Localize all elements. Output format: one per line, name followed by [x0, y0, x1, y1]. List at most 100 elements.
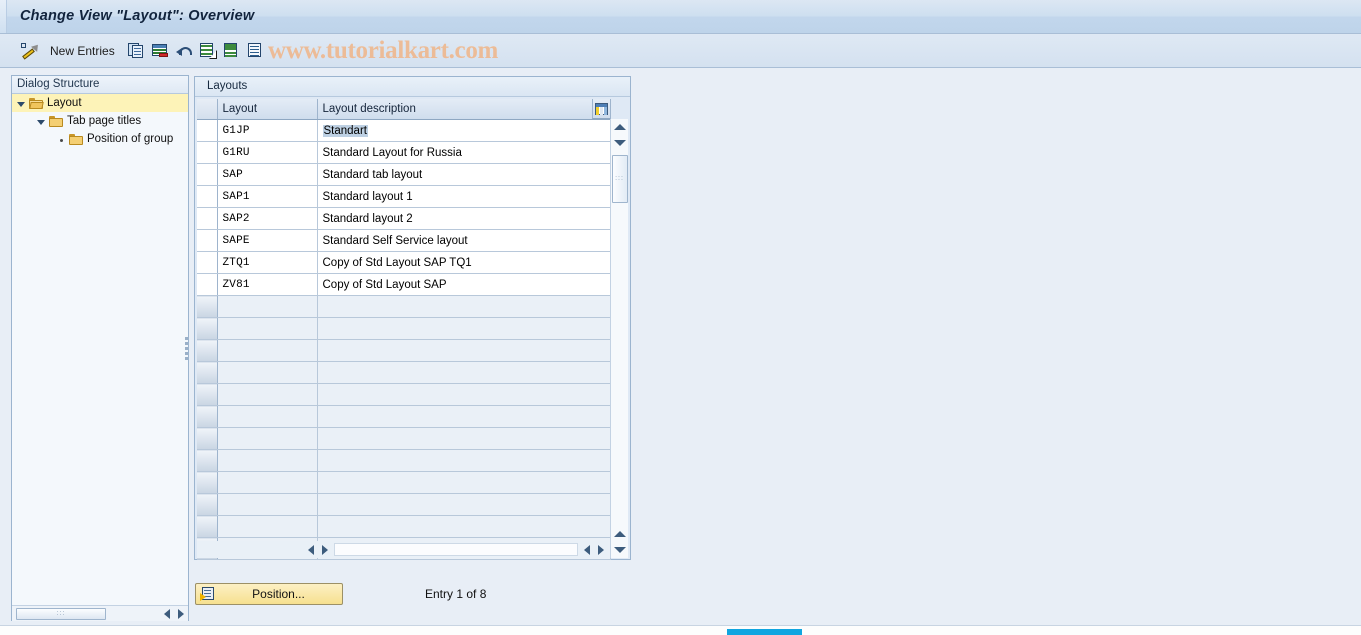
cell-layout[interactable]: [217, 383, 318, 406]
cell-layout[interactable]: SAPE: [217, 229, 318, 252]
scroll-down-button[interactable]: [611, 135, 629, 151]
hscroll-track[interactable]: [334, 543, 578, 556]
cell-layout-description[interactable]: [317, 339, 611, 362]
row-selector[interactable]: [197, 471, 218, 494]
cell-layout[interactable]: SAP2: [217, 207, 318, 230]
cell-layout-description[interactable]: [317, 383, 611, 406]
table-row-empty[interactable]: [197, 427, 611, 450]
expand-twisty-icon[interactable]: [36, 116, 47, 127]
table-row-empty[interactable]: [197, 361, 611, 384]
table-row[interactable]: SAP Standard tab layout: [197, 163, 611, 186]
table-row-empty[interactable]: [197, 449, 611, 472]
row-selector[interactable]: [197, 185, 218, 208]
cell-layout[interactable]: [217, 471, 318, 494]
delete-entry-button[interactable]: [152, 34, 169, 68]
row-selector[interactable]: [197, 317, 218, 340]
tree-item-position-of-group[interactable]: Position of group: [12, 130, 188, 148]
table-row[interactable]: SAP2 Standard layout 2: [197, 207, 611, 230]
cell-layout-description[interactable]: [317, 471, 611, 494]
vertical-scroll-thumb[interactable]: :::: [611, 155, 628, 203]
expand-twisty-icon[interactable]: [16, 98, 27, 109]
row-selector[interactable]: [197, 207, 218, 230]
table-row[interactable]: SAP1 Standard layout 1: [197, 185, 611, 208]
cell-layout-description[interactable]: Copy of Std Layout SAP: [317, 273, 611, 296]
row-selector[interactable]: [197, 339, 218, 362]
position-button[interactable]: Position...: [195, 583, 343, 605]
scroll-up-button[interactable]: [611, 119, 629, 135]
row-selector[interactable]: [197, 141, 218, 164]
cell-layout[interactable]: [217, 317, 318, 340]
row-selector[interactable]: [197, 295, 218, 318]
cell-layout[interactable]: G1RU: [217, 141, 318, 164]
column-config-button[interactable]: [592, 99, 610, 119]
table-row[interactable]: ZTQ1 Copy of Std Layout SAP TQ1: [197, 251, 611, 274]
table-row-empty[interactable]: [197, 515, 611, 538]
cell-layout[interactable]: [217, 405, 318, 428]
table-row-empty[interactable]: [197, 471, 611, 494]
table-row[interactable]: G1JP Standart: [197, 119, 611, 142]
cell-layout[interactable]: SAP1: [217, 185, 318, 208]
select-all-rows-header[interactable]: [197, 99, 218, 120]
row-selector[interactable]: [197, 383, 218, 406]
cell-layout-description[interactable]: [317, 361, 611, 384]
tree-scroll-left-button[interactable]: [160, 607, 174, 621]
tree-scroll-right-button[interactable]: [174, 607, 188, 621]
tree-horizontal-scrollbar[interactable]: :::: [12, 605, 188, 621]
cell-layout[interactable]: [217, 295, 318, 318]
table-row-empty[interactable]: [197, 405, 611, 428]
table-row[interactable]: G1RU Standard Layout for Russia: [197, 141, 611, 164]
table-row-empty[interactable]: [197, 383, 611, 406]
cell-layout-description[interactable]: Standard Layout for Russia: [317, 141, 611, 164]
details-button[interactable]: [248, 34, 265, 68]
scroll-page-down-button[interactable]: [611, 542, 629, 558]
table-row-empty[interactable]: [197, 295, 611, 318]
hscroll-left-button[interactable]: [304, 543, 318, 557]
table-row[interactable]: SAPE Standard Self Service layout: [197, 229, 611, 252]
hscroll-page-left-button[interactable]: [580, 543, 594, 557]
cell-layout-description[interactable]: [317, 427, 611, 450]
cell-layout[interactable]: [217, 493, 318, 516]
row-selector[interactable]: [197, 515, 218, 538]
row-selector[interactable]: [197, 361, 218, 384]
cell-layout-description[interactable]: Standard layout 1: [317, 185, 611, 208]
cell-layout-description[interactable]: [317, 449, 611, 472]
table-row-empty[interactable]: [197, 339, 611, 362]
table-vertical-scrollbar[interactable]: :::: [610, 119, 628, 558]
cell-layout-description[interactable]: [317, 317, 611, 340]
cell-layout-description[interactable]: [317, 493, 611, 516]
copy-entry-button[interactable]: [128, 34, 145, 68]
cell-layout-description[interactable]: Standard tab layout: [317, 163, 611, 186]
cell-layout-description[interactable]: [317, 295, 611, 318]
row-selector[interactable]: [197, 163, 218, 186]
cell-layout[interactable]: [217, 449, 318, 472]
column-header-layout-description[interactable]: Layout description: [317, 99, 611, 120]
select-all-button[interactable]: [200, 34, 217, 68]
cell-layout[interactable]: [217, 515, 318, 538]
tree-scroll-thumb[interactable]: :::: [16, 607, 106, 620]
table-row-empty[interactable]: [197, 317, 611, 340]
undo-button[interactable]: [176, 34, 194, 68]
scroll-page-up-button[interactable]: [611, 526, 629, 542]
cell-layout[interactable]: [217, 339, 318, 362]
table-row[interactable]: ZV81 Copy of Std Layout SAP: [197, 273, 611, 296]
cell-layout[interactable]: ZTQ1: [217, 251, 318, 274]
cell-layout-description[interactable]: Copy of Std Layout SAP TQ1: [317, 251, 611, 274]
cell-layout-description[interactable]: [317, 405, 611, 428]
cell-layout[interactable]: G1JP: [217, 119, 318, 142]
cell-layout-description[interactable]: Standard Self Service layout: [317, 229, 611, 252]
row-selector[interactable]: [197, 251, 218, 274]
table-row-empty[interactable]: [197, 493, 611, 516]
cell-layout-description[interactable]: [317, 515, 611, 538]
panel-splitter-handle[interactable]: [185, 335, 191, 360]
row-selector[interactable]: [197, 449, 218, 472]
row-selector[interactable]: [197, 229, 218, 252]
cell-layout-description[interactable]: Standart: [317, 119, 611, 142]
column-header-layout[interactable]: Layout: [217, 99, 318, 120]
tree-item-tab-page-titles[interactable]: Tab page titles: [12, 112, 188, 130]
row-selector[interactable]: [197, 493, 218, 516]
row-selector[interactable]: [197, 273, 218, 296]
cell-layout[interactable]: [217, 427, 318, 450]
cell-layout-description[interactable]: Standard layout 2: [317, 207, 611, 230]
new-entries-button[interactable]: New Entries: [50, 34, 115, 68]
cell-layout[interactable]: SAP: [217, 163, 318, 186]
